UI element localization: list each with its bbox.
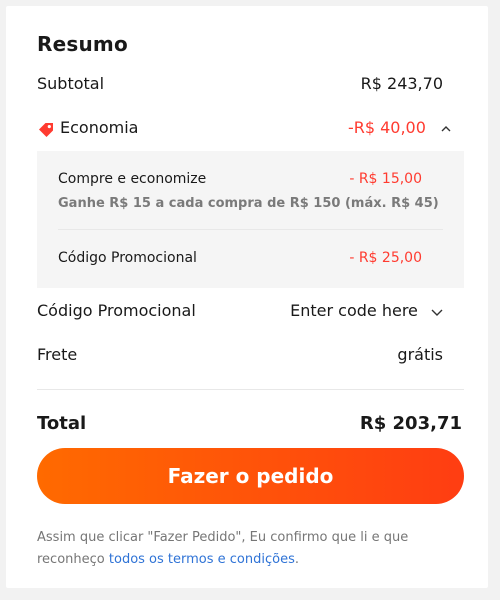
shipping-value: grátis (397, 345, 443, 364)
tag-icon (39, 123, 53, 137)
order-summary-card: Resumo Subtotal R$ 243,70 Economia -R$ 4… (6, 6, 488, 588)
chevron-up-icon[interactable] (441, 124, 451, 134)
economy-value: -R$ 40,00 (347, 118, 426, 137)
promo-code-label: Código Promocional (37, 301, 196, 320)
chevron-down-icon[interactable] (431, 307, 443, 317)
terms-link[interactable]: todos os termos e condições (109, 552, 295, 567)
promo-code-field[interactable]: Enter code here (290, 301, 443, 320)
summary-divider (37, 389, 464, 390)
subtotal-row: Subtotal R$ 243,70 (37, 74, 443, 100)
economy-item-label: Código Promocional (58, 250, 197, 266)
shipping-label: Frete (37, 345, 78, 364)
subtotal-label: Subtotal (37, 74, 105, 93)
total-label: Total (37, 413, 87, 434)
terms-disclaimer: Assim que clicar "Fazer Pedido", Eu conf… (37, 527, 472, 571)
subtotal-value: R$ 243,70 (360, 74, 443, 93)
economy-item-label: Compre e economize (58, 171, 207, 187)
economy-item-value: - R$ 15,00 (349, 171, 422, 187)
total-value: R$ 203,71 (359, 413, 462, 434)
economy-item-note: Ganhe R$ 15 a cada compra de R$ 150 (máx… (58, 196, 439, 211)
economy-item-value: - R$ 25,00 (349, 250, 422, 266)
shipping-row: Frete grátis (37, 345, 443, 371)
place-order-button[interactable]: Fazer o pedido (37, 448, 464, 504)
economy-row[interactable]: Economia -R$ 40,00 (37, 118, 451, 144)
promo-code-placeholder: Enter code here (290, 301, 418, 320)
economy-details-panel: Compre e economize - R$ 15,00 Ganhe R$ 1… (37, 151, 464, 288)
panel-divider (58, 229, 443, 230)
promo-code-row[interactable]: Código Promocional Enter code here (37, 301, 443, 327)
total-row: Total R$ 203,71 (37, 413, 462, 439)
summary-title: Resumo (37, 32, 128, 56)
disclaimer-end: . (294, 552, 299, 567)
economy-label: Economia (60, 118, 139, 137)
